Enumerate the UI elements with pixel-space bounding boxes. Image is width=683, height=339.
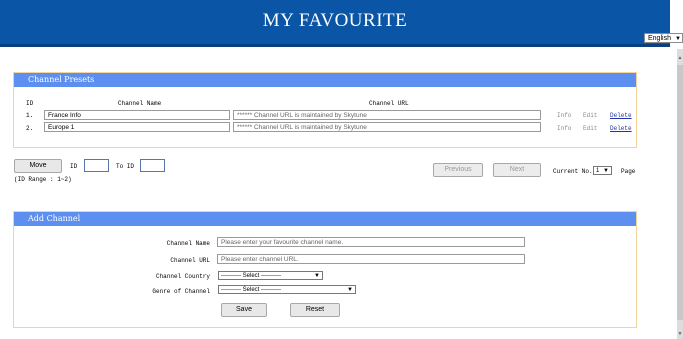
id-range-text: (ID Range : 1~2) [14, 176, 72, 183]
page-title: MY FAVOURITE [262, 10, 408, 31]
channel-country-select[interactable]: ---------- Select ---------- ▼ [218, 271, 323, 280]
move-id-label: ID [70, 163, 78, 170]
channel-name-field[interactable]: Europe 1 [44, 122, 230, 132]
next-button[interactable]: Next [493, 163, 541, 177]
scroll-up-icon[interactable]: ▲ [677, 55, 683, 61]
channel-url-field[interactable]: ****** Channel URL is maintained by Skyt… [233, 122, 541, 132]
column-header-name: Channel Name [118, 100, 162, 107]
language-value: English [648, 35, 671, 42]
genre-label: Genre of Channel [152, 288, 210, 295]
channel-url-field[interactable]: ****** Channel URL is maintained by Skyt… [233, 110, 541, 120]
genre-select[interactable]: ---------- Select ---------- ▼ [218, 285, 356, 294]
save-button[interactable]: Save [221, 303, 267, 317]
column-header-url: Channel URL [369, 100, 409, 107]
page-select[interactable]: 1 ▼ [593, 166, 612, 175]
channel-presets-title: Channel Presets [14, 73, 636, 87]
current-number-label: Current No. [553, 168, 593, 175]
info-link[interactable]: Info [557, 125, 571, 132]
edit-link[interactable]: Edit [583, 125, 597, 132]
vertical-scrollbar[interactable]: ▲ ▼ [677, 49, 683, 339]
chevron-down-icon: ▼ [314, 273, 320, 279]
move-from-id-input[interactable] [84, 159, 109, 172]
channel-url-label: Channel URL [170, 257, 210, 264]
move-button[interactable]: Move [14, 159, 62, 173]
header-bar: MY FAVOURITE [0, 0, 670, 47]
move-to-id-input[interactable] [140, 159, 165, 172]
chevron-down-icon: ▼ [347, 287, 353, 293]
delete-link[interactable]: Delete [610, 112, 632, 119]
page-select-value: 1 [596, 168, 600, 174]
channel-name-label: Channel Name [166, 240, 210, 247]
reset-button[interactable]: Reset [290, 303, 340, 317]
row-number: 2. [26, 125, 34, 132]
channel-name-input[interactable]: Please enter your favourite channel name… [217, 237, 525, 247]
channel-url-input[interactable]: Please enter channel URL. [217, 254, 525, 264]
column-header-id: ID [26, 100, 34, 107]
language-select[interactable]: English ▼ [644, 33, 683, 43]
previous-button[interactable]: Previous [433, 163, 483, 177]
delete-link[interactable]: Delete [610, 125, 632, 132]
add-channel-title: Add Channel [14, 212, 636, 226]
chevron-down-icon: ▼ [675, 36, 681, 42]
info-link[interactable]: Info [557, 112, 571, 119]
channel-country-value: ---------- Select ---------- [221, 273, 281, 279]
genre-value: ---------- Select ---------- [221, 287, 281, 293]
channel-country-label: Channel Country [155, 273, 210, 280]
scroll-down-icon[interactable]: ▼ [677, 331, 683, 337]
edit-link[interactable]: Edit [583, 112, 597, 119]
move-to-id-label: To ID [116, 163, 135, 170]
page-label: Page [621, 168, 636, 175]
chevron-down-icon: ▼ [603, 168, 609, 174]
channel-name-field[interactable]: France Info [44, 110, 230, 120]
row-number: 1. [26, 112, 34, 119]
scroll-thumb[interactable] [677, 65, 683, 320]
